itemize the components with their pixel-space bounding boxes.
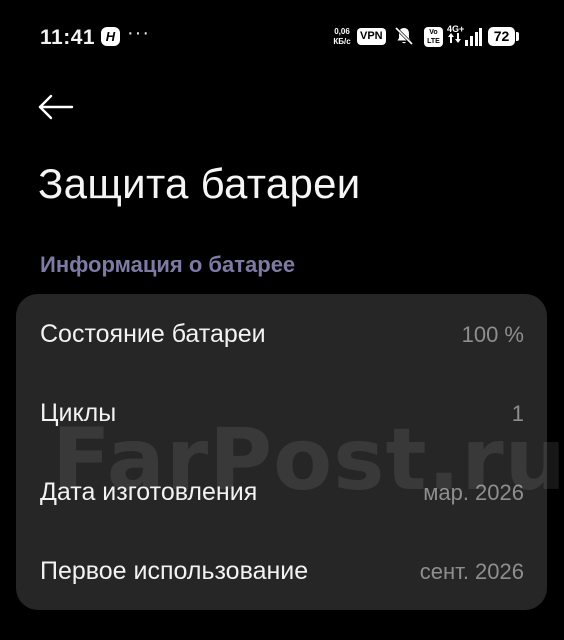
page-title: Защита батареи: [38, 160, 361, 207]
vpn-icon: VPN: [357, 28, 386, 45]
row-value: мар. 2026: [423, 480, 524, 505]
section-header: Информация о батарее: [40, 252, 296, 277]
battery-tip: [516, 32, 519, 41]
volte-icon: Vo LTE: [424, 27, 443, 47]
network-speed: 0,06 КБ/с: [330, 27, 354, 47]
notification-app-icon: H: [101, 27, 120, 46]
row-value: 1: [511, 401, 524, 426]
row-value: сент. 2026: [419, 559, 524, 584]
battery-info-card: Состояние батареи 100 % Циклы 1 Дата изг…: [16, 294, 547, 610]
battery-health-row[interactable]: Состояние батареи 100 %: [16, 296, 547, 374]
status-time: 11:41: [40, 26, 96, 49]
more-notifications-icon: ···: [127, 22, 150, 44]
row-label: Состояние батареи: [40, 320, 266, 348]
back-arrow-icon: [38, 94, 74, 120]
row-label: Циклы: [40, 399, 117, 427]
network-speed-unit: КБ/с: [333, 37, 351, 46]
volte-top: Vo: [429, 29, 438, 36]
row-label: Первое использование: [40, 557, 309, 585]
row-value: 100 %: [461, 322, 524, 347]
volte-bottom: LTE: [427, 38, 440, 45]
battery-icon: 72: [488, 27, 515, 46]
status-bar: 11:41 H ··· 0,06 КБ/с VPN Vo LTE 4G+ 72: [0, 0, 564, 74]
back-button[interactable]: [28, 82, 84, 132]
network-speed-value: 0,06: [334, 27, 350, 36]
first-use-row[interactable]: Первое использование сент. 2026: [16, 533, 547, 611]
manufacture-date-row[interactable]: Дата изготовления мар. 2026: [16, 454, 547, 532]
charge-cycles-row[interactable]: Циклы 1: [16, 375, 547, 453]
mute-bell-icon: [394, 26, 414, 46]
signal-icon: [448, 28, 482, 46]
row-label: Дата изготовления: [40, 478, 258, 506]
